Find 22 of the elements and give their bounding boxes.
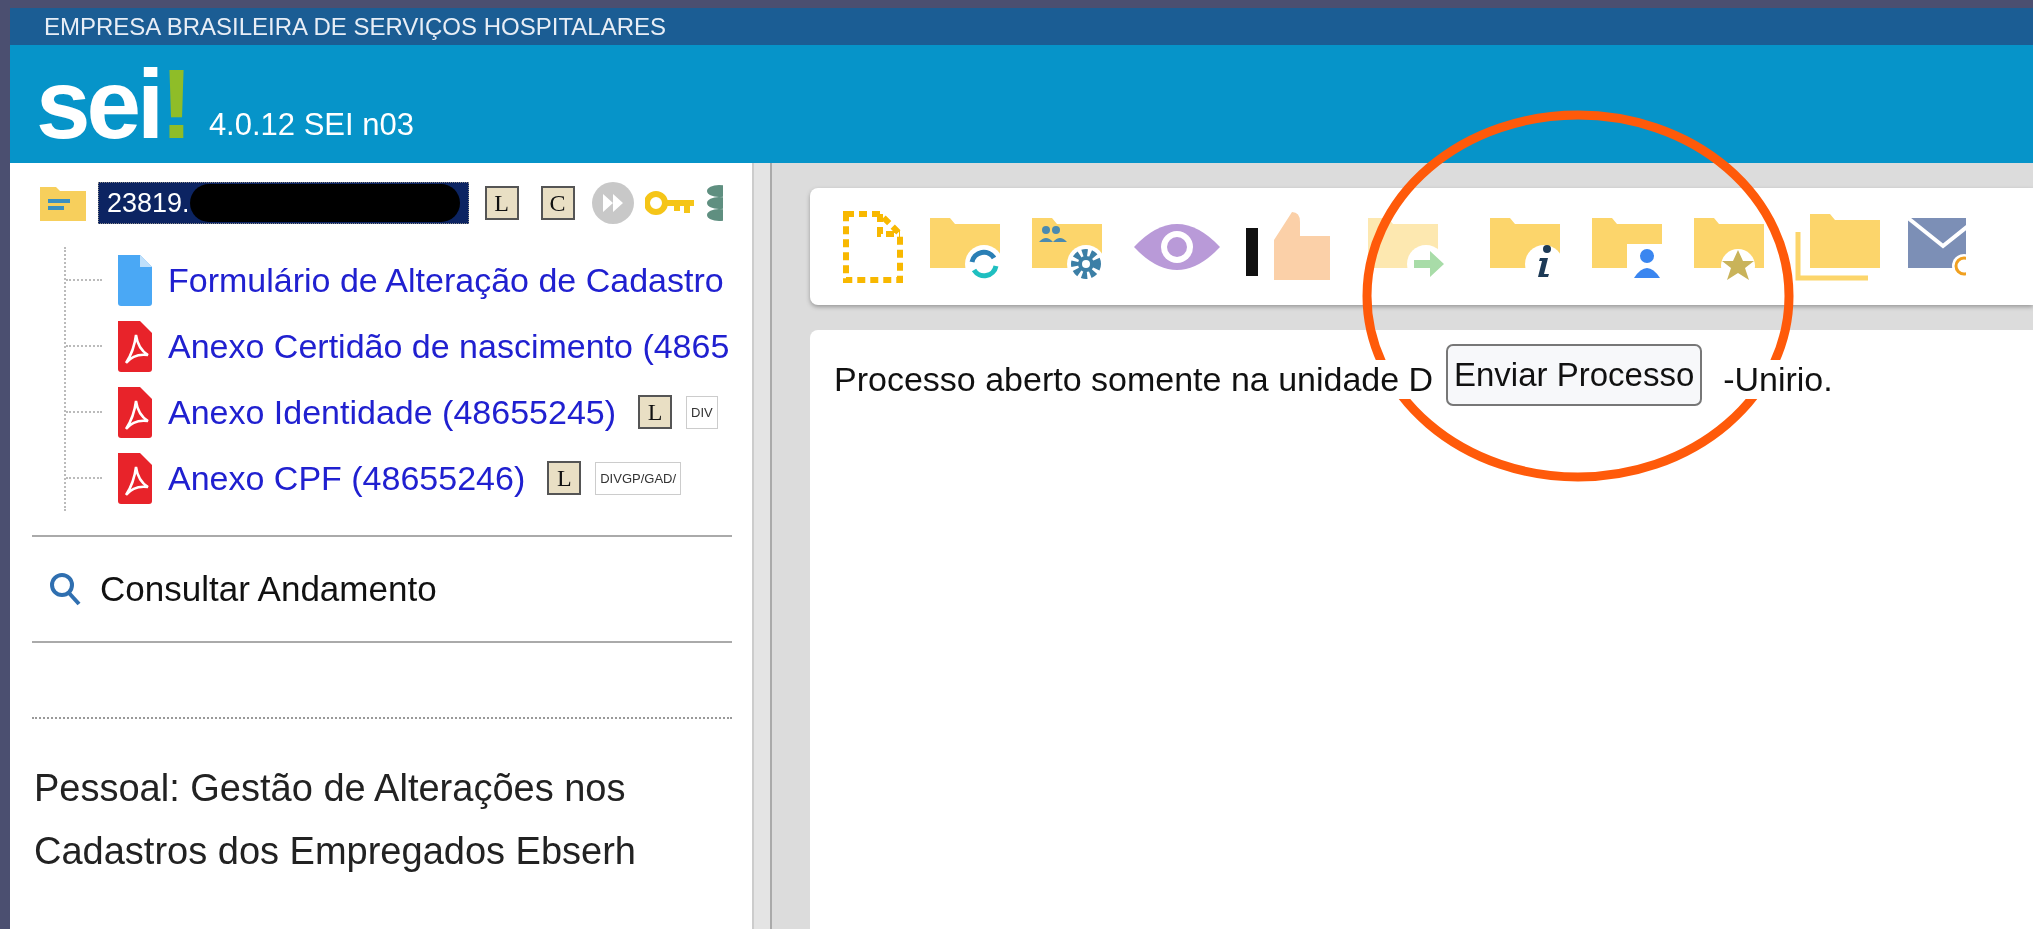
letter-badge[interactable]: C xyxy=(540,186,575,220)
organization-name: EMPRESA BRASILEIRA DE SERVIÇOS HOSPITALARES xyxy=(44,12,666,41)
process-number[interactable]: 23819. xyxy=(107,187,190,219)
tooltip: Enviar Processo xyxy=(1446,344,1703,406)
document-link[interactable]: Anexo CPF (48655246) xyxy=(168,458,526,498)
letter-badge[interactable]: L xyxy=(638,395,673,429)
letter-badge[interactable]: L xyxy=(484,186,519,220)
letter-badge[interactable]: L xyxy=(547,461,582,495)
unit-tag: DIVGP/GAD/ xyxy=(595,461,682,495)
search-icon[interactable] xyxy=(48,571,82,607)
consult-link[interactable]: Consultar Andamento xyxy=(100,569,437,609)
status-message: Processo aberto somente na unidade D xyxy=(834,360,1434,399)
stack-icon[interactable] xyxy=(704,183,723,223)
status-message: -Unirio. xyxy=(1723,360,1833,399)
selection-highlight[interactable]: 23819. xyxy=(98,182,469,224)
document-link[interactable]: Anexo Certidão de nascimento (4865 xyxy=(168,326,730,366)
unit-tag: DIV xyxy=(686,395,718,429)
version-label: 4.0.12 SEI n03 xyxy=(208,107,414,144)
document-link[interactable]: Formulário de Alteração de Cadastro xyxy=(168,260,724,300)
panel-splitter[interactable] xyxy=(752,163,772,929)
document-link[interactable]: Anexo Identidade (48655245) xyxy=(168,392,617,432)
process-type: Pessoal: Gestão de Alterações nos Cadastros dos Empregados Ebserh xyxy=(34,766,637,874)
